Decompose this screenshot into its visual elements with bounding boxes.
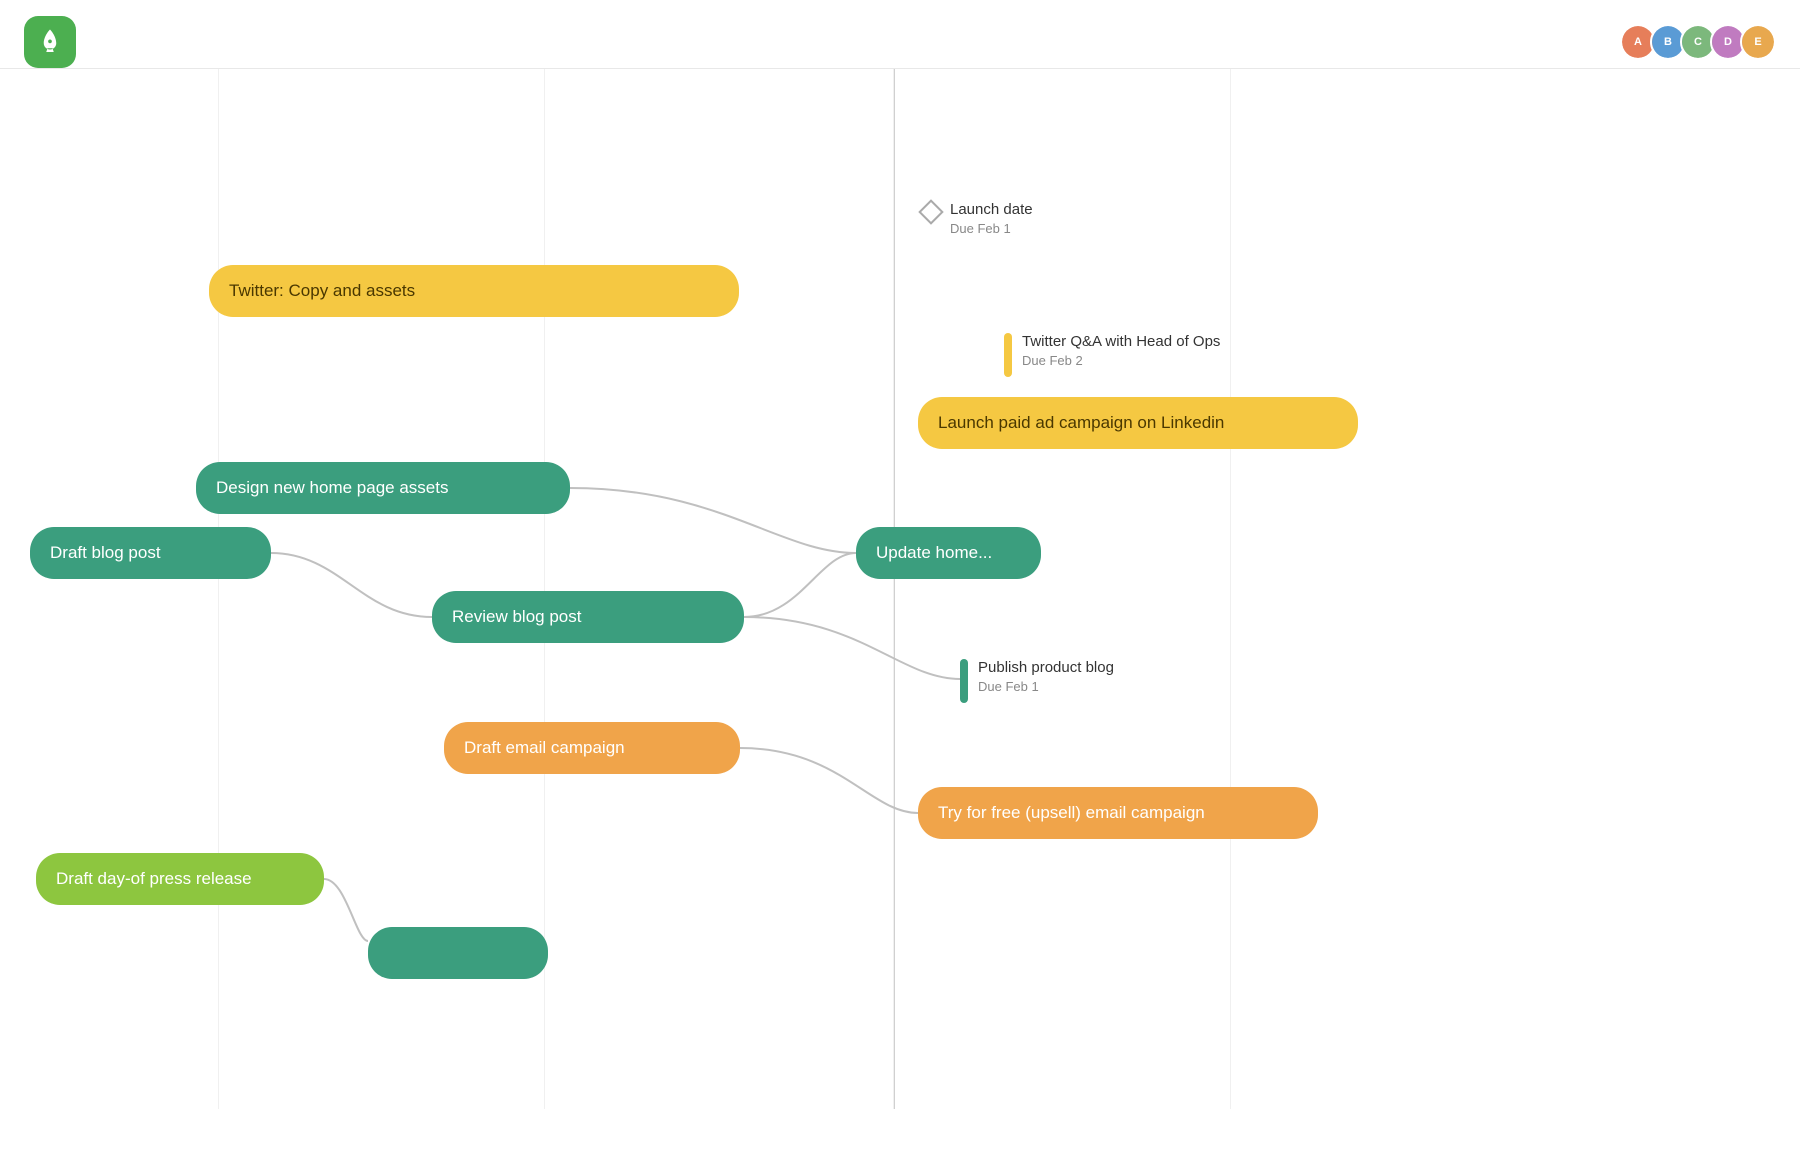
grid-line-3 [893,69,894,1109]
timeline-canvas: Twitter: Copy and assets Design new home … [0,69,1800,1109]
app-icon [24,16,76,68]
task-design-home[interactable]: Design new home page assets [196,462,570,514]
avatar-4: E [1740,24,1776,60]
task-try-free[interactable]: Try for free (upsell) email campaign [918,787,1318,839]
avatars: ABCDE [1620,24,1776,60]
milestone-text: Twitter Q&A with Head of Ops Due Feb 2 [1022,331,1220,370]
nav-tabs [92,38,1588,52]
task-twitter-copy[interactable]: Twitter: Copy and assets [209,265,739,317]
milestone-due: Due Feb 1 [978,678,1114,696]
task-draft-press[interactable]: Draft day-of press release [36,853,324,905]
milestone-launch-date: Launch date Due Feb 1 [922,199,1033,238]
bar-icon [960,659,968,703]
task-green-bottom[interactable] [368,927,548,979]
rocket-icon [35,27,65,57]
task-launch-linkedin[interactable]: Launch paid ad campaign on Linkedin [918,397,1358,449]
task-draft-email[interactable]: Draft email campaign [444,722,740,774]
task-draft-blog[interactable]: Draft blog post [30,527,271,579]
milestone-twitter-qa: Twitter Q&A with Head of Ops Due Feb 2 [1004,331,1220,377]
milestone-text: Launch date Due Feb 1 [950,199,1033,238]
dependency-curves [0,69,1800,1109]
header: ABCDE [0,0,1800,69]
milestone-label: Publish product blog [978,657,1114,678]
milestone-due: Due Feb 1 [950,220,1033,238]
bar-icon [1004,333,1012,377]
task-review-blog[interactable]: Review blog post [432,591,744,643]
header-left [92,32,1588,52]
milestone-due: Due Feb 2 [1022,352,1220,370]
task-update-home[interactable]: Update home... [856,527,1041,579]
milestone-label: Launch date [950,199,1033,220]
diamond-icon [918,199,943,224]
grid-line-4 [1230,69,1231,1109]
grid-line-1 [218,69,219,1109]
milestone-label: Twitter Q&A with Head of Ops [1022,331,1220,352]
milestone-text: Publish product blog Due Feb 1 [978,657,1114,696]
milestone-publish-blog: Publish product blog Due Feb 1 [960,657,1114,703]
